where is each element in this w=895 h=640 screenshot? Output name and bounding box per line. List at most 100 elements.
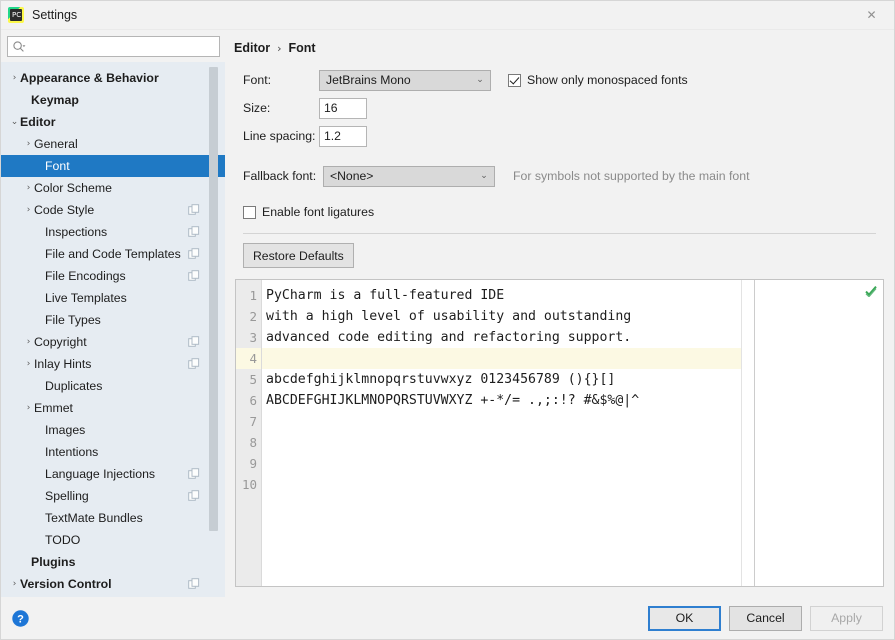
chevron-right-icon[interactable]: › <box>9 573 20 595</box>
preview-marker-strip <box>741 280 754 586</box>
sidebar-item-label: Live Templates <box>45 291 127 305</box>
font-size-input[interactable] <box>319 97 367 119</box>
settings-sidebar: › Appearance & Behavior Keymap ⌄ Editor › Gene… <box>1 30 225 597</box>
sidebar-item-label: Inspections <box>45 225 108 239</box>
sidebar-item-emmet[interactable]: › Emmet <box>1 397 225 419</box>
sidebar-item-plugins[interactable]: Plugins <box>1 551 225 573</box>
sidebar-item-spelling[interactable]: Spelling <box>1 485 225 507</box>
sidebar-item-label: Font <box>45 159 70 173</box>
ligatures-checkbox-row[interactable]: Enable font ligatures <box>243 205 884 219</box>
sidebar-item-color-scheme[interactable]: › Color Scheme <box>1 177 225 199</box>
sidebar-item-file-types[interactable]: File Types <box>1 309 225 331</box>
sidebar-item-intentions[interactable]: Intentions <box>1 441 225 463</box>
monospaced-checkbox[interactable] <box>508 73 521 87</box>
chevron-right-icon[interactable]: › <box>23 331 34 353</box>
fallback-font-select[interactable]: <None> ⌄ <box>323 165 495 187</box>
chevron-right-icon[interactable]: › <box>23 133 34 155</box>
apply-button[interactable]: Apply <box>810 605 883 631</box>
preview-line-number: 6 <box>249 393 257 408</box>
sidebar-item-font[interactable]: Font <box>1 155 225 177</box>
preview-code-area[interactable]: PyCharm is a full-featured IDE with a hig… <box>262 280 741 586</box>
copy-settings-icon <box>188 578 200 589</box>
chevron-right-icon[interactable]: › <box>23 177 34 199</box>
sidebar-item-file-encodings[interactable]: File Encodings <box>1 265 225 287</box>
restore-defaults-button[interactable]: Restore Defaults <box>243 243 354 268</box>
sidebar-item-general[interactable]: › General <box>1 133 225 155</box>
sidebar-item-inlay-hints[interactable]: › Inlay Hints <box>1 353 225 375</box>
sidebar-item-label: Keymap <box>31 93 79 107</box>
sidebar-item-inspections[interactable]: Inspections <box>1 221 225 243</box>
preview-line-number: 7 <box>249 414 257 429</box>
chevron-right-icon[interactable]: › <box>23 353 34 375</box>
ok-button[interactable]: OK <box>648 605 721 631</box>
sidebar-item-keymap[interactable]: Keymap <box>1 89 225 111</box>
preview-line-number: 3 <box>249 330 257 345</box>
sidebar-item-todo[interactable]: TODO <box>1 529 225 551</box>
preview-line-number: 2 <box>249 309 257 324</box>
sidebar-item-code-style[interactable]: › Code Style <box>1 199 225 221</box>
sidebar-item-textmate-bundles[interactable]: TextMate Bundles <box>1 507 225 529</box>
font-family-select[interactable]: JetBrains Mono ⌄ <box>319 69 491 91</box>
window-title: Settings <box>32 8 78 22</box>
sidebar-scrollbar-thumb[interactable] <box>209 67 218 531</box>
chevron-down-icon[interactable]: ⌄ <box>9 111 20 133</box>
breadcrumb-current: Font <box>288 41 316 55</box>
copy-settings-icon <box>188 270 200 281</box>
sidebar-item-language-injections[interactable]: Language Injections <box>1 463 225 485</box>
sidebar-item-label: Copyright <box>34 335 87 349</box>
sidebar-item-label: Duplicates <box>45 379 103 393</box>
line-spacing-label: Line spacing: <box>243 129 316 143</box>
sidebar-item-version-control[interactable]: › Version Control <box>1 573 225 595</box>
sidebar-item-label: General <box>34 137 78 151</box>
inspection-ok-check-icon[interactable] <box>865 285 877 297</box>
search-area <box>1 30 225 62</box>
chevron-down-icon: ⌄ <box>476 74 484 85</box>
sidebar-item-label: File Encodings <box>45 269 126 283</box>
sidebar-item-appearance-behavior[interactable]: › Appearance & Behavior <box>1 67 225 89</box>
sidebar-scrollbar[interactable] <box>209 67 218 597</box>
preview-code-line: advanced code editing and refactoring su… <box>266 330 632 345</box>
preview-code-line <box>262 348 741 369</box>
line-spacing-input[interactable] <box>319 125 367 147</box>
search-box[interactable] <box>7 36 220 57</box>
font-preview-editor: 1 2 3 4 5 6 7 8 9 10 PyCharm is a full-featured I… <box>235 279 884 587</box>
cancel-button[interactable]: Cancel <box>729 605 802 631</box>
close-icon[interactable]: ✕ <box>849 1 894 29</box>
sidebar-item-copyright[interactable]: › Copyright <box>1 331 225 353</box>
copy-settings-icon <box>188 358 200 369</box>
settings-detail-panel: Editor › Font Font: JetBrains Mono ⌄ Sho… <box>225 30 894 597</box>
sidebar-item-live-templates[interactable]: Live Templates <box>1 287 225 309</box>
help-icon[interactable]: ? <box>12 609 29 627</box>
chevron-right-icon[interactable]: › <box>23 397 34 419</box>
preview-code-line: with a high level of usability and outst… <box>266 309 632 324</box>
monospaced-checkbox-row[interactable]: Show only monospaced fonts <box>508 73 688 87</box>
size-label: Size: <box>243 101 271 115</box>
font-row: Font: JetBrains Mono ⌄ Show only monospa… <box>235 67 884 93</box>
sidebar-item-file-and-code-templates[interactable]: File and Code Templates <box>1 243 225 265</box>
sidebar-item-label: File and Code Templates <box>45 247 181 261</box>
sidebar-item-editor[interactable]: ⌄ Editor <box>1 111 225 133</box>
fallback-font-label: Fallback font: <box>243 169 317 183</box>
fallback-font-hint: For symbols not supported by the main fo… <box>513 169 750 183</box>
sidebar-item-images[interactable]: Images <box>1 419 225 441</box>
sidebar-item-duplicates[interactable]: Duplicates <box>1 375 225 397</box>
ligatures-checkbox[interactable] <box>243 205 256 219</box>
chevron-down-icon: ⌄ <box>480 170 488 181</box>
chevron-right-icon[interactable]: › <box>9 67 20 89</box>
chevron-right-icon[interactable]: › <box>23 199 34 221</box>
preview-line-number: 5 <box>249 372 257 387</box>
preview-right-rail <box>754 280 883 586</box>
preview-line-number: 1 <box>249 288 257 303</box>
preview-line-number: 4 <box>236 348 261 369</box>
breadcrumb: Editor › Font <box>231 30 884 55</box>
breadcrumb-parent[interactable]: Editor <box>234 41 270 55</box>
search-input[interactable] <box>29 38 215 55</box>
preview-code-line <box>262 432 741 453</box>
